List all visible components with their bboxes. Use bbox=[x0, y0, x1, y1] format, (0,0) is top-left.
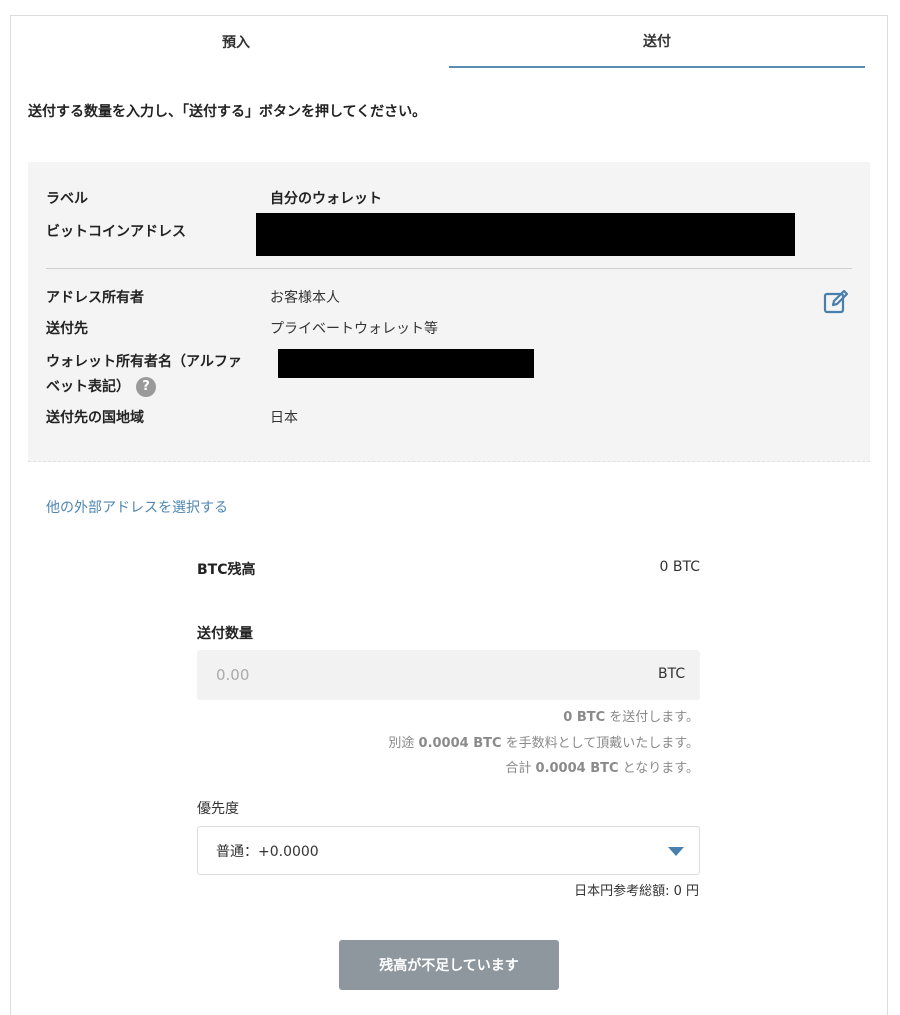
instruction-text: 送付する数量を入力し、「送付する」ボタンを押してください。 bbox=[28, 104, 427, 120]
owner-value: お客様本人 bbox=[270, 290, 340, 306]
redacted-address bbox=[256, 213, 795, 256]
jpy-reference-total: 日本円参考総額: 0 円 bbox=[574, 884, 699, 899]
wallet-owner-name-key-line2-text: ベット表記） bbox=[46, 379, 130, 395]
send-amount-value: 0 BTC bbox=[563, 710, 606, 725]
wallet-owner-name-key-line1: ウォレット所有者名（アルファ bbox=[46, 354, 242, 370]
country-value: 日本 bbox=[270, 410, 298, 426]
owner-key: アドレス所有者 bbox=[46, 290, 144, 306]
amount-unit: BTC bbox=[658, 666, 686, 682]
balance-label: BTC残高 bbox=[197, 562, 256, 578]
redacted-wallet-owner-name bbox=[278, 349, 534, 378]
other-address-link[interactable]: 他の外部アドレスを選択する bbox=[46, 497, 228, 517]
fee-amount: 0.0004 BTC bbox=[418, 736, 502, 751]
tab-deposit[interactable]: 預入 bbox=[26, 16, 446, 68]
insufficient-balance-button[interactable]: 残高が不足しています bbox=[339, 940, 559, 990]
wallet-owner-name-key-line2: ベット表記）? bbox=[46, 376, 156, 398]
send-to-value: プライベートウォレット等 bbox=[270, 321, 438, 337]
total-prefix: 合計 bbox=[505, 761, 536, 776]
balance-value: 0 BTC bbox=[659, 559, 700, 575]
edit-icon[interactable] bbox=[823, 289, 849, 315]
fee-prefix: 別途 bbox=[388, 736, 419, 751]
amount-label: 送付数量 bbox=[197, 626, 253, 642]
priority-selected-value: 普通：+0.0000 bbox=[216, 844, 319, 860]
total-amount: 0.0004 BTC bbox=[535, 761, 619, 776]
tab-send[interactable]: 送付 bbox=[449, 16, 865, 68]
send-panel: 預入 送付 送付する数量を入力し、「送付する」ボタンを押してください。 ラベル … bbox=[10, 15, 888, 1015]
priority-select[interactable]: 普通：+0.0000 bbox=[197, 826, 700, 875]
fee-note: 別途 0.0004 BTC を手数料として頂戴いたします。 bbox=[388, 732, 699, 751]
send-amount-note: 0 BTC を送付します。 bbox=[563, 706, 699, 725]
country-key: 送付先の国地域 bbox=[46, 410, 144, 426]
tab-bar: 預入 送付 bbox=[11, 16, 887, 68]
label-value: 自分のウォレット bbox=[270, 191, 382, 207]
address-key: ビットコインアドレス bbox=[46, 224, 186, 240]
label-key: ラベル bbox=[46, 191, 88, 207]
send-amount-suffix: を送付します。 bbox=[605, 710, 699, 725]
destination-info-box: ラベル 自分のウォレット ビットコインアドレス アドレス所有者 お客様本人 送付… bbox=[28, 162, 870, 462]
send-to-key: 送付先 bbox=[46, 321, 88, 337]
info-divider bbox=[46, 268, 852, 269]
priority-label: 優先度 bbox=[197, 801, 239, 817]
chevron-down-icon bbox=[668, 847, 684, 856]
amount-input[interactable] bbox=[197, 650, 700, 700]
total-suffix: となります。 bbox=[618, 761, 699, 776]
help-icon[interactable]: ? bbox=[136, 377, 156, 397]
fee-suffix: を手数料として頂戴いたします。 bbox=[501, 736, 699, 751]
total-note: 合計 0.0004 BTC となります。 bbox=[505, 757, 699, 776]
